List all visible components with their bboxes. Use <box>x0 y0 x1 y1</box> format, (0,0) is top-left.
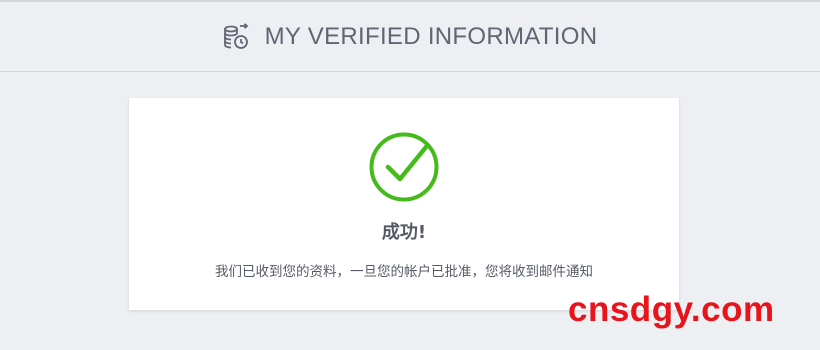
success-card: 成功! 我们已收到您的资料，一旦您的帐户已批准，您将收到邮件通知 <box>129 98 679 310</box>
verified-coins-icon <box>223 22 251 51</box>
success-title: 成功! <box>381 222 427 243</box>
site-watermark: cnsdgy.com <box>568 290 775 329</box>
success-message: 我们已收到您的资料，一旦您的帐户已批准，您将收到邮件通知 <box>215 264 593 280</box>
page-title: MY VERIFIED INFORMATION <box>264 22 598 50</box>
check-circle-icon <box>368 131 440 203</box>
page-header: MY VERIFIED INFORMATION <box>0 2 820 72</box>
